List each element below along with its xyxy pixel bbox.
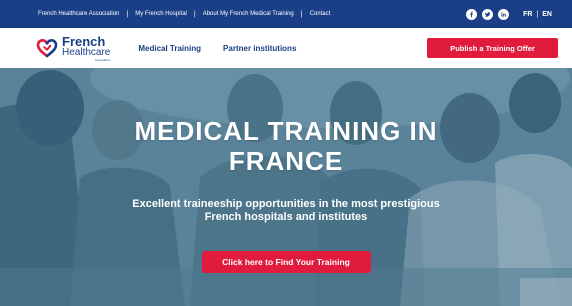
facebook-icon[interactable] [466,8,478,20]
top-link-separator: | [193,10,196,18]
top-utility-bar: French Healthcare Association | My Frenc… [0,0,572,28]
lang-en[interactable]: EN [542,11,552,18]
hero-title: MEDICAL TRAINING IN FRANCE [134,116,438,176]
twitter-icon[interactable] [482,8,494,20]
top-link-french-healthcare-association[interactable]: French Healthcare Association [38,11,119,17]
nav-medical-training[interactable]: Medical Training [138,44,201,53]
main-nav: French Healthcare Association Medical Tr… [0,28,572,68]
find-training-button[interactable]: Click here to Find Your Training [201,251,371,273]
publish-training-offer-button[interactable]: Publish a Training Offer [427,38,558,58]
lang-separator: | [536,10,539,18]
nav-partner-institutions[interactable]: Partner institutions [223,44,296,53]
brand-line1: French [62,33,106,49]
top-link-separator: | [126,10,129,18]
top-link-contact[interactable]: Contact [310,11,331,17]
heart-logo-icon [36,38,58,58]
hero-banner: MEDICAL TRAINING IN FRANCE Excellent tra… [0,68,572,306]
top-right-group: FR | EN [466,8,562,20]
hero-subtitle: Excellent traineeship opportunities in t… [132,198,440,223]
brand-line2: Healthcare [62,46,111,58]
top-link-my-french-hospital[interactable]: My French Hospital [135,11,187,17]
primary-nav-links: Medical Training Partner institutions [138,44,296,53]
language-switcher: FR | EN [523,11,552,18]
linkedin-icon[interactable] [498,8,510,20]
top-links: French Healthcare Association | My Frenc… [38,11,330,18]
brand-line3: Association [95,57,111,62]
top-link-about-medical-training[interactable]: About My French Medical Training [203,11,294,17]
hero-content: MEDICAL TRAINING IN FRANCE Excellent tra… [0,68,572,306]
top-link-separator: | [300,10,303,18]
lang-fr[interactable]: FR [523,11,532,18]
brand-logo[interactable]: French Healthcare Association [36,35,110,62]
brand-wordmark: French Healthcare Association [62,35,110,62]
